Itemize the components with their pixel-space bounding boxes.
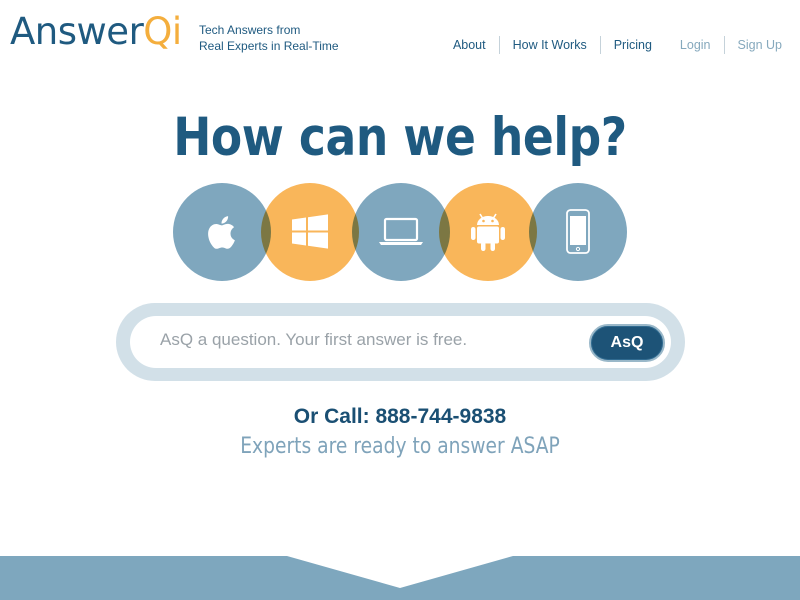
platform-selector <box>0 0 800 600</box>
experts-subtext: Experts are ready to answer ASAP <box>240 434 560 459</box>
search-field-wrapper: AsQ <box>130 316 671 368</box>
logo-accent-text: Qi <box>143 10 182 53</box>
nav-divider <box>599 36 601 54</box>
platform-laptop[interactable] <box>352 183 450 281</box>
phone-icon <box>566 209 590 254</box>
platform-apple[interactable] <box>173 183 271 281</box>
platform-android[interactable] <box>439 183 537 281</box>
tagline: Tech Answers from Real Experts in Real-T… <box>199 22 339 54</box>
nav-pricing[interactable]: Pricing <box>614 38 652 52</box>
windows-icon <box>292 214 328 249</box>
nav-divider <box>723 36 725 54</box>
logo[interactable]: AnswerQi <box>10 12 182 52</box>
tagline-line-2: Real Experts in Real-Time <box>199 39 339 53</box>
page: AnswerQi Tech Answers from Real Experts … <box>0 0 800 600</box>
apple-icon <box>208 216 235 249</box>
ask-button[interactable]: AsQ <box>589 324 665 362</box>
band-chevron <box>0 554 800 588</box>
nav-login[interactable]: Login <box>680 38 711 52</box>
page-title: How can we help? <box>173 107 627 168</box>
tagline-line-1: Tech Answers from <box>199 23 301 37</box>
laptop-icon <box>379 217 423 245</box>
platform-windows[interactable] <box>261 183 359 281</box>
nav-about[interactable]: About <box>453 38 486 52</box>
logo-main-text: Answer <box>10 10 144 53</box>
nav-how-it-works[interactable]: How It Works <box>513 38 587 52</box>
platform-phone[interactable] <box>529 183 627 281</box>
search-bar: AsQ <box>116 303 685 381</box>
top-nav: About How It Works Pricing Login Sign Up <box>453 36 782 54</box>
android-icon <box>471 213 505 251</box>
nav-divider <box>498 36 500 54</box>
call-phone-number: Or Call: 888-744-9838 <box>293 405 507 428</box>
question-input[interactable] <box>160 330 560 350</box>
nav-sign-up[interactable]: Sign Up <box>738 38 782 52</box>
